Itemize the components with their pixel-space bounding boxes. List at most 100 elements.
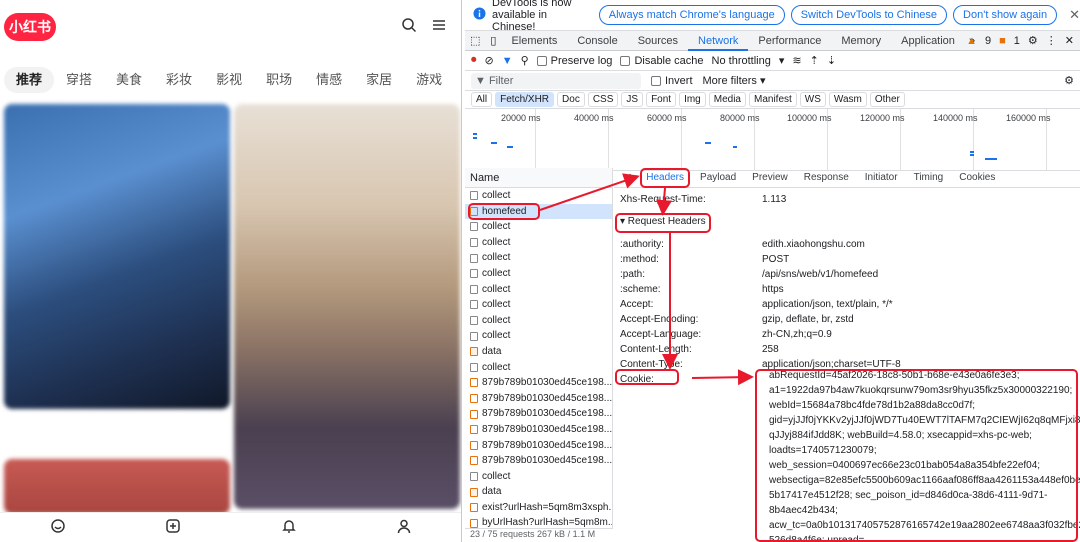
category-tab[interactable]: 游戏 [404,67,454,93]
header-value: https [762,284,784,295]
preserve-log-checkbox[interactable]: Preserve log [536,55,612,67]
filter-row: ▼ Filter Invert More filters ▾ ⚙ [465,71,1080,91]
request-row[interactable]: collect [465,219,612,235]
throttle-select[interactable]: No throttling [712,55,771,67]
category-tab[interactable]: 穿搭 [54,67,104,93]
dont-show-button[interactable]: Don't show again [953,5,1058,25]
category-tab[interactable]: 影视 [204,67,254,93]
settings-icon[interactable]: ⚙ [1064,74,1074,87]
switch-chinese-button[interactable]: Switch DevTools to Chinese [790,5,948,25]
tab-timing[interactable]: Timing [906,172,952,183]
xhr-icon [470,503,478,513]
tab-performance[interactable]: Performance [748,31,831,51]
close-detail-icon[interactable]: ✕ [614,171,638,184]
warning-icon[interactable]: ▲ [966,35,977,47]
tab-network[interactable]: Network [688,31,749,51]
category-tab[interactable]: 推荐 [4,67,55,93]
tab-elements[interactable]: Elements [501,31,567,51]
request-row[interactable]: 879b789b01030ed45ce198... [465,422,612,438]
request-row[interactable]: collect [465,266,612,282]
tab-application[interactable]: Application [891,31,965,51]
filter-input[interactable]: ▼ Filter [471,72,641,89]
tab-payload[interactable]: Payload [692,172,744,183]
type-filter-js[interactable]: JS [621,92,644,107]
close-icon[interactable]: ✕ [1065,34,1074,47]
match-language-button[interactable]: Always match Chrome's language [598,5,785,25]
category-tab[interactable]: 美食 [104,67,154,93]
upload-icon[interactable]: ⇡ [810,54,819,67]
request-row[interactable]: data [465,344,612,360]
filter-funnel-icon: ▼ [475,74,489,87]
clear-icon[interactable]: ⊘ [485,54,494,67]
type-filter-all[interactable]: All [471,92,493,107]
request-row[interactable]: exist?urlHash=5qm8m3xsph... [465,500,612,516]
type-filter-fetch-xhr[interactable]: Fetch/XHR [495,92,555,107]
request-row[interactable]: data [465,484,612,500]
feed-card[interactable] [4,104,230,409]
record-icon[interactable]: ⏺ [471,54,477,67]
request-row[interactable]: 879b789b01030ed45ce198... [465,406,612,422]
request-row[interactable]: collect [465,235,612,251]
request-row[interactable]: collect [465,188,612,204]
category-tab[interactable]: 情感 [304,67,354,93]
tab-preview[interactable]: Preview [744,172,796,183]
wifi-icon[interactable]: ≋ [792,54,801,67]
request-row[interactable]: 879b789b01030ed45ce198... [465,453,612,469]
feed-card[interactable] [234,104,460,509]
more-filters-dropdown[interactable]: More filters ▾ [703,74,766,87]
request-row[interactable]: 879b789b01030ed45ce198... [465,391,612,407]
chevron-down-icon[interactable]: ▾ [779,54,785,67]
tab-console[interactable]: Console [567,31,627,51]
request-row[interactable]: 879b789b01030ed45ce198... [465,438,612,454]
type-filter-media[interactable]: Media [708,92,746,107]
category-tab[interactable]: 彩妆 [154,67,204,93]
request-row[interactable]: 879b789b01030ed45ce198... [465,375,612,391]
request-row[interactable]: collect [465,469,612,485]
add-icon[interactable] [165,518,181,537]
name-column-header[interactable]: Name [465,168,612,188]
invert-checkbox[interactable]: Invert [651,75,693,87]
tab-response[interactable]: Response [796,172,857,183]
home-icon[interactable] [50,518,66,537]
timeline-bar [473,133,477,135]
request-row[interactable]: collect [465,282,612,298]
request-row[interactable]: collect [465,297,612,313]
type-filter-other[interactable]: Other [869,92,905,107]
type-filter-wasm[interactable]: Wasm [828,92,867,107]
app-logo[interactable]: 小红书 [4,13,56,41]
request-name: collect [482,361,511,373]
menu-icon[interactable] [431,17,447,36]
disable-cache-checkbox[interactable]: Disable cache [620,55,704,67]
timeline-overview[interactable]: 20000 ms 40000 ms 60000 ms 80000 ms 1000… [465,109,1080,171]
tab-sources[interactable]: Sources [628,31,688,51]
type-filter-doc[interactable]: Doc [557,92,585,107]
type-filter-font[interactable]: Font [646,92,677,107]
feed-card[interactable] [4,459,230,514]
device-icon[interactable]: ▯ [485,34,501,47]
inspect-icon[interactable]: ⬚ [465,34,485,47]
kebab-icon[interactable]: ⋮ [1046,34,1057,47]
bell-icon[interactable] [281,518,297,537]
category-tab[interactable]: 家居 [354,67,404,93]
type-filter-css[interactable]: CSS [587,92,619,107]
type-filter-img[interactable]: Img [679,92,706,107]
tab-memory[interactable]: Memory [831,31,891,51]
issue-icon[interactable]: ■ [999,35,1006,47]
request-row[interactable]: collect [465,250,612,266]
tab-cookies[interactable]: Cookies [951,172,1003,183]
tab-initiator[interactable]: Initiator [857,172,906,183]
category-tab[interactable]: 职场 [254,67,304,93]
request-row[interactable]: collect [465,313,612,329]
request-row[interactable]: collect [465,360,612,376]
request-name: 879b789b01030ed45ce198... [482,392,612,404]
close-icon[interactable]: ✕ [1069,7,1080,23]
search-icon[interactable] [401,17,417,36]
type-filter-manifest[interactable]: Manifest [749,92,797,107]
gear-icon[interactable]: ⚙ [1028,34,1038,47]
profile-icon[interactable] [396,518,412,537]
search-icon[interactable]: ⚲ [521,54,529,67]
filter-icon[interactable]: ▼ [502,55,513,67]
download-icon[interactable]: ⇣ [827,54,836,67]
request-row[interactable]: collect [465,328,612,344]
type-filter-ws[interactable]: WS [799,92,826,107]
